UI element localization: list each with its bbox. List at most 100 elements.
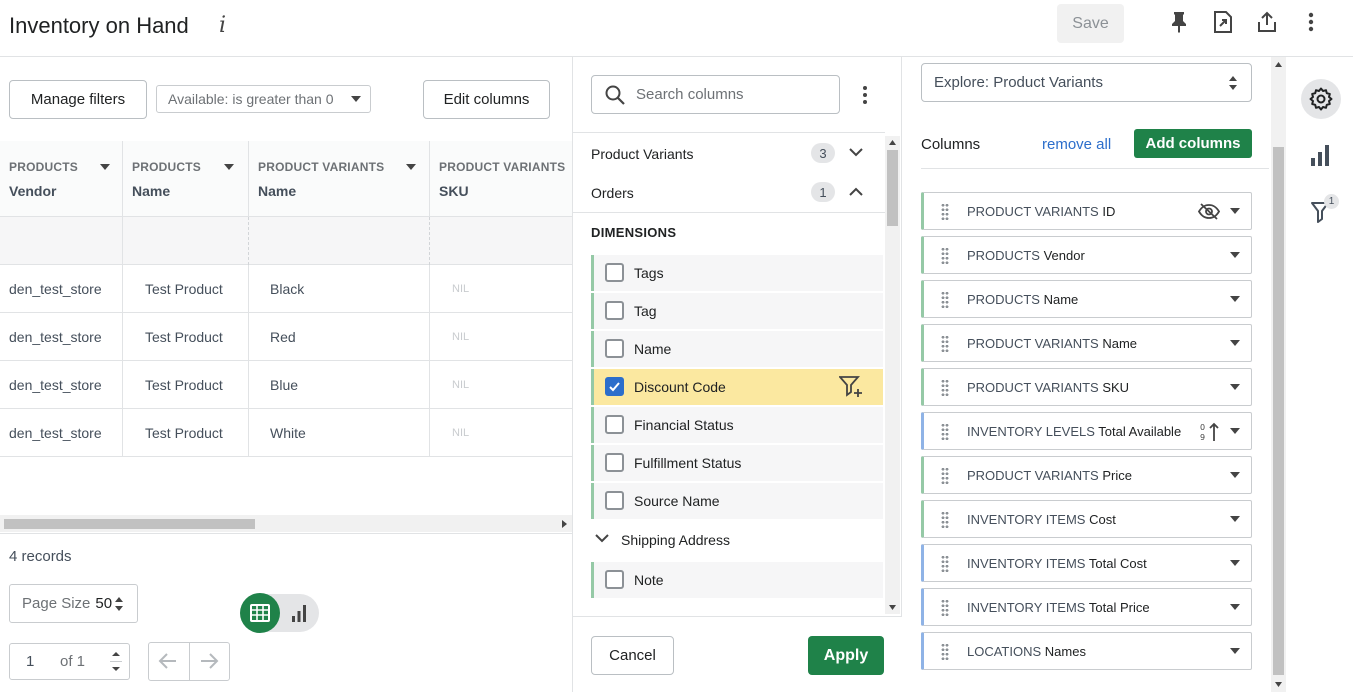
selected-column-item[interactable]: LOCATIONS Names bbox=[921, 632, 1252, 670]
explore-select[interactable]: Explore: Product Variants bbox=[921, 63, 1252, 102]
scrollbar-thumb[interactable] bbox=[4, 519, 255, 529]
sort-caret-icon[interactable] bbox=[406, 164, 416, 170]
scroll-up-icon[interactable] bbox=[1275, 62, 1282, 67]
vertical-scrollbar[interactable] bbox=[1271, 57, 1286, 692]
column-header-product-name[interactable]: PRODUCTS Name bbox=[123, 141, 249, 217]
settings-button[interactable] bbox=[1301, 79, 1341, 119]
chart-icon[interactable] bbox=[1310, 144, 1330, 166]
checkbox-checked[interactable] bbox=[605, 377, 624, 396]
dimension-item-financial-status[interactable]: Financial Status bbox=[591, 407, 883, 443]
checkbox[interactable] bbox=[605, 453, 624, 472]
export-file-icon[interactable] bbox=[1211, 10, 1235, 34]
search-columns-field[interactable]: Search columns bbox=[591, 75, 840, 114]
table-row[interactable]: den_test_store Test Product Black NIL bbox=[0, 265, 572, 313]
selected-column-item[interactable]: INVENTORY LEVELS Total Available 09 bbox=[921, 412, 1252, 450]
page-size-select[interactable]: Page Size 50 bbox=[9, 584, 138, 623]
scroll-down-icon[interactable] bbox=[1275, 682, 1282, 687]
drag-handle-icon[interactable] bbox=[941, 423, 949, 441]
info-icon[interactable]: i bbox=[219, 13, 226, 38]
save-button[interactable]: Save bbox=[1057, 4, 1124, 43]
column-options-caret-icon[interactable] bbox=[1230, 560, 1240, 566]
column-options-caret-icon[interactable] bbox=[1230, 340, 1240, 346]
stepper-icon[interactable] bbox=[110, 648, 122, 675]
chevron-down-icon[interactable] bbox=[595, 534, 609, 543]
dimension-item-discount-code[interactable]: Discount Code bbox=[591, 369, 883, 405]
scroll-right-icon[interactable] bbox=[562, 520, 567, 528]
scrollbar-thumb[interactable] bbox=[1273, 147, 1284, 675]
selected-column-item[interactable]: PRODUCT VARIANTS SKU bbox=[921, 368, 1252, 406]
sort-ascending-icon[interactable]: 09 bbox=[1200, 422, 1220, 442]
column-options-caret-icon[interactable] bbox=[1230, 604, 1240, 610]
selected-column-item[interactable]: PRODUCTS Vendor bbox=[921, 236, 1252, 274]
vertical-scrollbar[interactable] bbox=[885, 136, 900, 614]
dimension-item-tag[interactable]: Tag bbox=[591, 293, 883, 329]
chart-view-button[interactable] bbox=[284, 597, 314, 629]
previous-page-icon[interactable] bbox=[158, 652, 178, 670]
subgroup-shipping-address[interactable]: Shipping Address bbox=[621, 532, 730, 548]
drag-handle-icon[interactable] bbox=[941, 247, 949, 265]
selected-column-item[interactable]: PRODUCT VARIANTS Price bbox=[921, 456, 1252, 494]
table-row[interactable]: den_test_store Test Product Red NIL bbox=[0, 313, 572, 361]
selected-column-item[interactable]: INVENTORY ITEMS Total Price bbox=[921, 588, 1252, 626]
dimension-item-note[interactable]: Note bbox=[591, 562, 883, 598]
add-filter-icon[interactable] bbox=[839, 376, 863, 398]
table-view-button[interactable] bbox=[240, 593, 280, 633]
cancel-button[interactable]: Cancel bbox=[591, 636, 674, 675]
edit-columns-button[interactable]: Edit columns bbox=[423, 80, 550, 119]
more-vertical-icon[interactable] bbox=[1299, 10, 1323, 34]
dimension-item-source-name[interactable]: Source Name bbox=[591, 483, 883, 519]
drag-handle-icon[interactable] bbox=[941, 511, 949, 529]
selected-column-item[interactable]: PRODUCTS Name bbox=[921, 280, 1252, 318]
sort-caret-icon[interactable] bbox=[224, 164, 234, 170]
dimension-item-fulfillment-status[interactable]: Fulfillment Status bbox=[591, 445, 883, 481]
chevron-up-icon[interactable] bbox=[849, 187, 863, 196]
chevron-down-icon[interactable] bbox=[849, 148, 863, 157]
column-options-caret-icon[interactable] bbox=[1230, 252, 1240, 258]
column-options-caret-icon[interactable] bbox=[1230, 296, 1240, 302]
drag-handle-icon[interactable] bbox=[941, 335, 949, 353]
horizontal-scrollbar[interactable] bbox=[0, 515, 572, 532]
column-header-vendor[interactable]: PRODUCTS Vendor bbox=[0, 141, 123, 217]
checkbox[interactable] bbox=[605, 491, 624, 510]
column-options-caret-icon[interactable] bbox=[1230, 208, 1240, 214]
drag-handle-icon[interactable] bbox=[941, 379, 949, 397]
scrollbar-thumb[interactable] bbox=[887, 150, 898, 226]
next-page-icon[interactable] bbox=[199, 652, 219, 670]
table-row[interactable]: den_test_store Test Product White NIL bbox=[0, 409, 572, 457]
filter-select[interactable]: Available: is greater than 0 bbox=[156, 85, 371, 113]
sort-caret-icon[interactable] bbox=[100, 164, 110, 170]
column-options-caret-icon[interactable] bbox=[1230, 384, 1240, 390]
pin-icon[interactable] bbox=[1167, 10, 1191, 34]
page-number-input[interactable]: 1 of 1 bbox=[9, 643, 130, 680]
drag-handle-icon[interactable] bbox=[941, 643, 949, 661]
more-vertical-icon[interactable] bbox=[862, 85, 868, 105]
remove-all-link[interactable]: remove all bbox=[1042, 136, 1111, 153]
checkbox[interactable] bbox=[605, 263, 624, 282]
checkbox[interactable] bbox=[605, 570, 624, 589]
drag-handle-icon[interactable] bbox=[941, 555, 949, 573]
apply-button[interactable]: Apply bbox=[808, 636, 884, 675]
drag-handle-icon[interactable] bbox=[941, 467, 949, 485]
column-options-caret-icon[interactable] bbox=[1230, 472, 1240, 478]
group-orders[interactable]: Orders bbox=[591, 185, 634, 201]
selected-column-item[interactable]: INVENTORY ITEMS Cost bbox=[921, 500, 1252, 538]
drag-handle-icon[interactable] bbox=[941, 291, 949, 309]
table-row[interactable]: den_test_store Test Product Blue NIL bbox=[0, 361, 572, 409]
drag-handle-icon[interactable] bbox=[941, 599, 949, 617]
scroll-down-icon[interactable] bbox=[889, 605, 896, 610]
hidden-eye-icon[interactable] bbox=[1198, 203, 1220, 220]
share-icon[interactable] bbox=[1255, 10, 1279, 34]
column-options-caret-icon[interactable] bbox=[1230, 648, 1240, 654]
column-options-caret-icon[interactable] bbox=[1230, 428, 1240, 434]
group-product-variants[interactable]: Product Variants bbox=[591, 146, 693, 162]
checkbox[interactable] bbox=[605, 339, 624, 358]
column-options-caret-icon[interactable] bbox=[1230, 516, 1240, 522]
selected-column-item[interactable]: INVENTORY ITEMS Total Cost bbox=[921, 544, 1252, 582]
checkbox[interactable] bbox=[605, 415, 624, 434]
dimension-item-tags[interactable]: Tags bbox=[591, 255, 883, 291]
selected-column-item[interactable]: PRODUCT VARIANTS ID bbox=[921, 192, 1252, 230]
column-header-sku[interactable]: PRODUCT VARIANTS SKU bbox=[430, 141, 572, 217]
selected-column-item[interactable]: PRODUCT VARIANTS Name bbox=[921, 324, 1252, 362]
drag-handle-icon[interactable] bbox=[941, 203, 949, 221]
checkbox[interactable] bbox=[605, 301, 624, 320]
